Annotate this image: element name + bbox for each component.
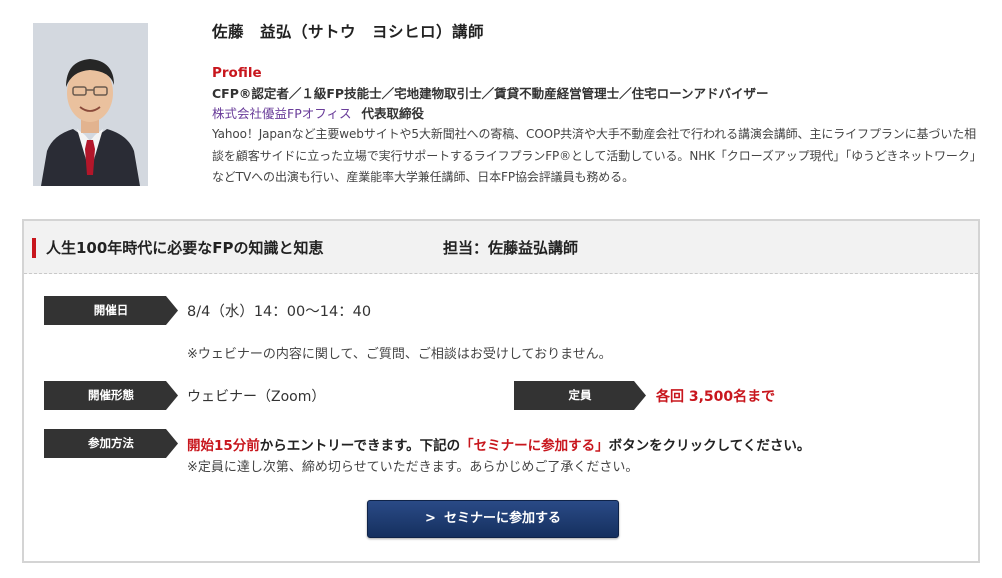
chevron-right-icon: > [425, 511, 436, 526]
company-line: 株式会社優益FPオフィス 代表取締役 [212, 104, 992, 124]
format-value: ウェビナー（Zoom） [187, 389, 326, 405]
lecturer-name: 佐藤 益弘（サトウ ヨシヒロ）講師 [212, 23, 485, 41]
date-label: 開催日 [44, 296, 178, 325]
date-value: 8/4（水）14：00〜14：40 [187, 304, 372, 320]
lecturer-photo [33, 23, 148, 186]
lecturer-role: 代表取締役 [361, 106, 424, 121]
capacity-note: ※定員に達し次第、締め切らせていただきます。あらかじめご了承ください。 [187, 460, 639, 475]
seminar-header: 人生100年時代に必要なFPの知識と知恵 担当：佐藤益弘講師 [24, 221, 978, 274]
join-seminar-button[interactable]: > セミナーに参加する [367, 500, 619, 538]
join-seminar-label: セミナーに参加する [443, 511, 561, 526]
seminar-teacher: 担当：佐藤益弘講師 [443, 239, 579, 257]
seminar-box: 人生100年時代に必要なFPの知識と知恵 担当：佐藤益弘講師 開催日 8/4（水… [22, 219, 980, 563]
profile-description: Yahoo！Japanなど主要webサイトや5大新聞社への寄稿、COOP共済や大… [212, 127, 982, 184]
method-text: 開始15分前からエントリーできます。下記の「セミナーに参加する」ボタンをクリック… [187, 434, 810, 454]
format-label: 開催形態 [44, 381, 178, 410]
method-label: 参加方法 [44, 429, 178, 458]
title-accent-bar [32, 238, 36, 258]
method-button-ref: 「セミナーに参加する」 [460, 438, 609, 454]
capacity-label: 定員 [514, 381, 646, 410]
method-text-part4: ボタンをクリックしてください。 [608, 438, 811, 454]
seminar-title: 人生100年時代に必要なFPの知識と知恵 [46, 239, 324, 257]
company-link[interactable]: 株式会社優益FPオフィス [212, 106, 351, 121]
lecturer-portrait-image [33, 23, 148, 186]
method-start-time: 開始15分前 [187, 438, 260, 454]
inquiry-note: ※ウェビナーの内容に関して、ご質問、ご相談はお受けしておりません。 [187, 347, 612, 362]
profile-section: 佐藤 益弘（サトウ ヨシヒロ）講師 Profile CFP®認定者／１級FP技能… [212, 20, 992, 189]
method-text-part2: からエントリーできます。下記の [259, 438, 461, 454]
capacity-value: 各回 3,500名まで [656, 389, 776, 405]
profile-heading: Profile [212, 65, 262, 81]
qualifications: CFP®認定者／１級FP技能士／宅地建物取引士／賃貸不動産経営管理士／住宅ローン… [212, 86, 769, 101]
